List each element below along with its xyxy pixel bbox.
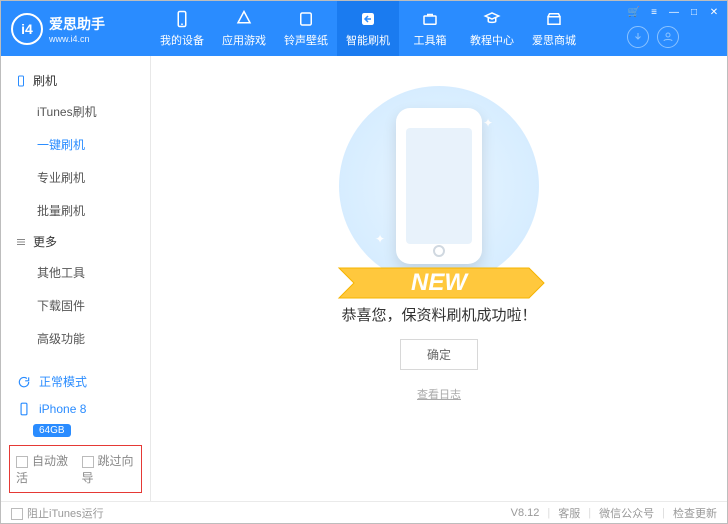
- phone-small-icon: [17, 402, 31, 416]
- nav-apps-label: 应用游戏: [222, 32, 266, 48]
- nav-apps[interactable]: 应用游戏: [213, 1, 275, 56]
- version-label: V8.12: [511, 507, 540, 519]
- footer: 阻止iTunes运行 V8.12 | 客服 | 微信公众号 | 检查更新: [1, 501, 727, 523]
- cart-icon[interactable]: 🛒: [627, 5, 641, 19]
- logo: i4 爱思助手 www.i4.cn: [1, 13, 151, 45]
- user-icon[interactable]: [657, 26, 679, 48]
- sparkle-icon: ✦: [375, 232, 385, 246]
- new-ribbon: NEW: [339, 158, 539, 214]
- phone-icon: [15, 75, 27, 87]
- mode-label: 正常模式: [39, 373, 87, 390]
- app-domain: www.i4.cn: [49, 34, 105, 44]
- wechat-link[interactable]: 微信公众号: [599, 505, 654, 521]
- logo-icon: i4: [11, 13, 43, 45]
- nav-tutorial[interactable]: 教程中心: [461, 1, 523, 56]
- flash-options: 自动激活 跳过向导: [9, 445, 142, 493]
- nav-ringtone-label: 铃声壁纸: [284, 32, 328, 48]
- sidebar-item-batch-flash[interactable]: 批量刷机: [1, 194, 150, 227]
- close-button[interactable]: ✕: [707, 5, 721, 19]
- refresh-icon: [17, 375, 31, 389]
- nav-flash-label: 智能刷机: [346, 32, 390, 48]
- window-controls: 🛒 ≡ — □ ✕: [627, 5, 721, 19]
- auto-activate-checkbox[interactable]: 自动激活: [16, 452, 70, 486]
- maximize-button[interactable]: □: [687, 5, 701, 19]
- device-icon: [172, 9, 192, 29]
- sparkle-icon: ✦: [483, 116, 493, 130]
- nav-mall-label: 爱思商城: [532, 32, 576, 48]
- device-name: iPhone 8: [39, 402, 86, 416]
- nav-tools-label: 工具箱: [414, 32, 447, 48]
- mode-indicator[interactable]: 正常模式: [9, 367, 142, 396]
- check-update-link[interactable]: 检查更新: [673, 505, 717, 521]
- view-log-link[interactable]: 查看日志: [417, 386, 461, 402]
- tools-icon: [420, 9, 440, 29]
- more-icon: [15, 236, 27, 248]
- sidebar-item-oneclick-flash[interactable]: 一键刷机: [1, 128, 150, 161]
- sidebar-group-flash: 刷机: [1, 66, 150, 95]
- flash-icon: [358, 9, 378, 29]
- nav-flash[interactable]: 智能刷机: [337, 1, 399, 56]
- block-itunes-checkbox[interactable]: 阻止iTunes运行: [11, 505, 104, 521]
- menu-icon[interactable]: ≡: [647, 5, 661, 19]
- sidebar-item-itunes-flash[interactable]: iTunes刷机: [1, 95, 150, 128]
- sidebar-group-flash-label: 刷机: [33, 72, 57, 89]
- sidebar-group-more-label: 更多: [33, 233, 57, 250]
- nav-device[interactable]: 我的设备: [151, 1, 213, 56]
- nav-ringtone[interactable]: 铃声壁纸: [275, 1, 337, 56]
- download-icon[interactable]: [627, 26, 649, 48]
- skip-wizard-checkbox[interactable]: 跳过向导: [82, 452, 136, 486]
- sidebar: 刷机 iTunes刷机 一键刷机 专业刷机 批量刷机 更多 其他工具 下载固件 …: [1, 56, 151, 501]
- content-area: ✦ ✦ ✦ NEW 恭喜您，保资料刷机成功啦！ 确定 查看日志: [151, 56, 727, 501]
- tutorial-icon: [482, 9, 502, 29]
- ringtone-icon: [296, 9, 316, 29]
- nav-mall[interactable]: 爱思商城: [523, 1, 585, 56]
- sidebar-group-more: 更多: [1, 227, 150, 256]
- nav-tutorial-label: 教程中心: [470, 32, 514, 48]
- sidebar-item-download-firmware[interactable]: 下载固件: [1, 289, 150, 322]
- app-name: 爱思助手: [49, 14, 105, 34]
- sidebar-item-other-tools[interactable]: 其他工具: [1, 256, 150, 289]
- ribbon-text: NEW: [411, 269, 469, 296]
- support-link[interactable]: 客服: [558, 505, 580, 521]
- ok-button[interactable]: 确定: [400, 339, 478, 370]
- block-itunes-label: 阻止iTunes运行: [27, 508, 104, 520]
- storage-badge: 64GB: [33, 424, 71, 437]
- nav-tools[interactable]: 工具箱: [399, 1, 461, 56]
- device-indicator[interactable]: iPhone 8: [9, 396, 142, 422]
- success-illustration: ✦ ✦ ✦ NEW: [339, 86, 539, 286]
- main-nav: 我的设备 应用游戏 铃声壁纸 智能刷机 工具箱 教程中心 爱思商城: [151, 1, 627, 56]
- sidebar-item-advanced[interactable]: 高级功能: [1, 322, 150, 355]
- nav-device-label: 我的设备: [160, 32, 204, 48]
- apps-icon: [234, 9, 254, 29]
- sidebar-item-pro-flash[interactable]: 专业刷机: [1, 161, 150, 194]
- mall-icon: [544, 9, 564, 29]
- top-bar: i4 爱思助手 www.i4.cn 我的设备 应用游戏 铃声壁纸 智能刷机 工具…: [1, 1, 727, 56]
- minimize-button[interactable]: —: [667, 5, 681, 19]
